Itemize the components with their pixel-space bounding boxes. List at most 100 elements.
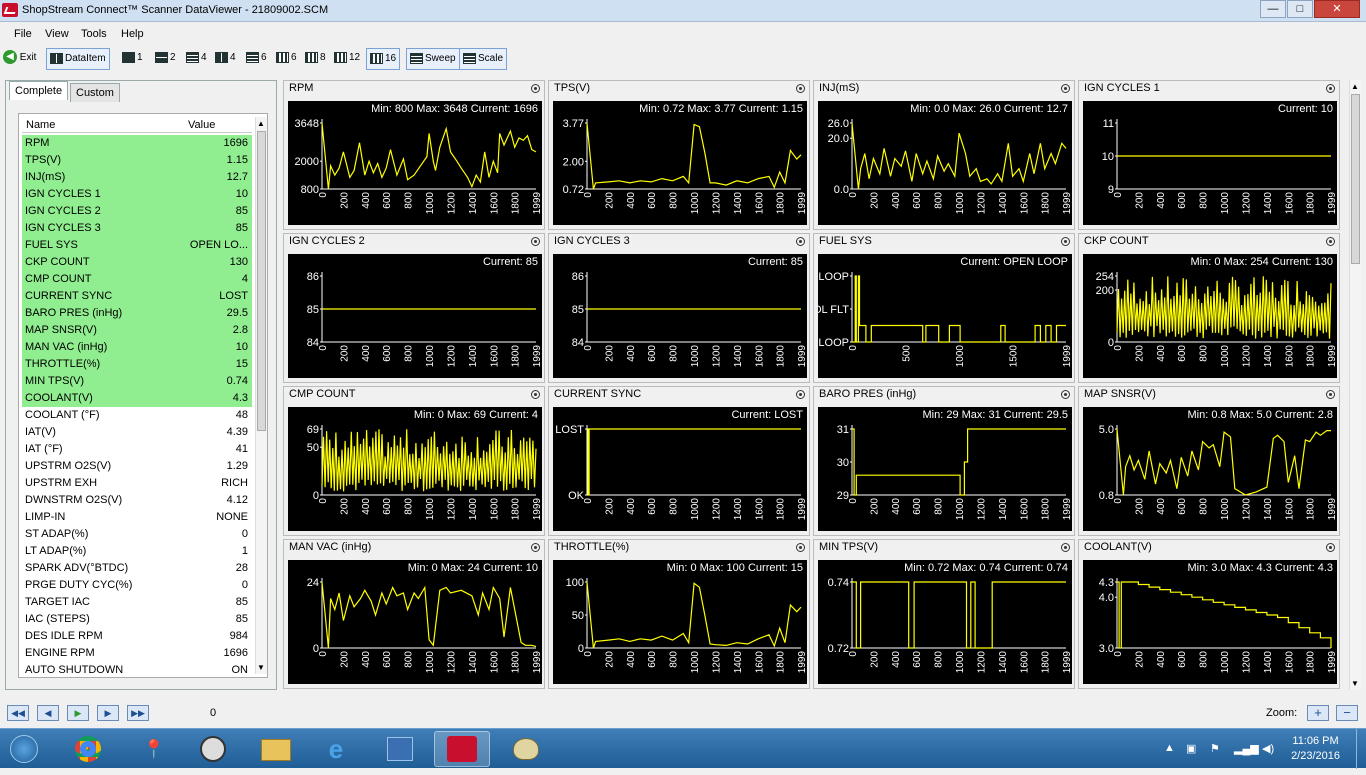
scroll-down-icon[interactable]: ▼ [257, 663, 265, 672]
system-clock[interactable]: 11:06 PM 2/23/2016 [1291, 734, 1340, 764]
minimize-button[interactable]: — [1260, 0, 1286, 18]
graph-options-icon[interactable] [1061, 84, 1070, 93]
graph-panel[interactable]: COOLANT(V) Min: 3.0 Max: 4.3 Current: 4.3… [1078, 539, 1340, 689]
graph-scroll-up-icon[interactable]: ▲ [1351, 82, 1359, 91]
list-item[interactable]: IAT (°F) 41 [22, 441, 252, 458]
graph-panel[interactable]: IGN CYCLES 1 Current: 10 11 10 9 0 200 400 600 80… [1078, 80, 1340, 230]
list-item[interactable]: TPS(V) 1.15 [22, 152, 252, 169]
explorer-taskbar-button[interactable] [248, 731, 304, 767]
list-item[interactable]: COOLANT (°F) 48 [22, 407, 252, 424]
graph-options-icon[interactable] [531, 390, 540, 399]
paint-taskbar-button[interactable] [498, 731, 554, 767]
scale-button[interactable]: Scale [459, 48, 508, 70]
layout-12-button[interactable]: 12 [334, 48, 360, 70]
list-item[interactable]: PRGE DUTY CYC(%) 0 [22, 577, 252, 594]
graph-scroll-thumb[interactable] [1351, 94, 1360, 264]
list-item[interactable]: THROTTLE(%) 15 [22, 356, 252, 373]
graph-panel[interactable]: IGN CYCLES 3 Current: 85 86 85 84 0 200 400 600 8… [548, 233, 810, 383]
play-button[interactable]: ▶ [67, 705, 89, 721]
chrome-taskbar-button[interactable] [60, 731, 116, 767]
column-name-header[interactable]: Name [26, 119, 55, 131]
graph-options-icon[interactable] [796, 390, 805, 399]
list-item[interactable]: COOLANT(V) 4.3 [22, 390, 252, 407]
list-item[interactable]: CMP COUNT 4 [22, 271, 252, 288]
graph-options-icon[interactable] [1326, 237, 1335, 246]
graph-options-icon[interactable] [796, 237, 805, 246]
layout-1-button[interactable]: 1 [122, 48, 143, 70]
graph-options-icon[interactable] [531, 543, 540, 552]
pin-taskbar-button[interactable]: 📍 [126, 731, 182, 767]
list-item[interactable]: ENGINE RPM 1696 [22, 645, 252, 662]
list-item[interactable]: IGN CYCLES 1 10 [22, 186, 252, 203]
exit-button[interactable]: ◀ Exit [3, 48, 36, 70]
list-item[interactable]: AUTO SHUTDOWN ON [22, 662, 252, 677]
list-item[interactable]: MIN TPS(V) 0.74 [22, 373, 252, 390]
next-frame-button[interactable]: ▶ [97, 705, 119, 721]
first-frame-button[interactable]: ◀◀ [7, 705, 29, 721]
list-item[interactable]: RPM 1696 [22, 135, 252, 152]
tab-complete[interactable]: Complete [9, 81, 69, 100]
graph-panel[interactable]: THROTTLE(%) Min: 0 Max: 100 Current: 15 10… [548, 539, 810, 689]
graph-scroll-down-icon[interactable]: ▼ [1351, 679, 1359, 688]
tab-custom[interactable]: Custom [70, 83, 120, 102]
list-item[interactable]: INJ(mS) 12.7 [22, 169, 252, 186]
menu-file[interactable]: File [14, 28, 32, 40]
list-item[interactable]: IGN CYCLES 3 85 [22, 220, 252, 237]
layout-4-rows-button[interactable]: 4 [186, 48, 207, 70]
list-scroll-thumb[interactable] [257, 131, 266, 431]
menu-view[interactable]: View [45, 28, 69, 40]
graph-panel[interactable]: MAN VAC (inHg) Min: 0 Max: 24 Current: 10… [283, 539, 545, 689]
menu-help[interactable]: Help [121, 28, 144, 40]
layout-16-button[interactable]: 16 [366, 48, 401, 70]
internet-explorer-taskbar-button[interactable]: e [308, 731, 364, 767]
maximize-button[interactable]: □ [1287, 0, 1313, 18]
list-item[interactable]: IAT(V) 4.39 [22, 424, 252, 441]
list-item[interactable]: DES IDLE RPM 984 [22, 628, 252, 645]
graph-panel[interactable]: CURRENT SYNC Current: LOST LOST OK 0 200 400 60… [548, 386, 810, 536]
column-value-header[interactable]: Value [188, 119, 215, 131]
graph-panel[interactable]: MIN TPS(V) Min: 0.72 Max: 0.74 Current: 0… [813, 539, 1075, 689]
list-item[interactable]: UPSTRM O2S(V) 1.29 [22, 458, 252, 475]
list-item[interactable]: SPARK ADV(°BTDC) 28 [22, 560, 252, 577]
graph-panel[interactable]: INJ(mS) Min: 0.0 Max: 26.0 Current: 12.7 2… [813, 80, 1075, 230]
last-frame-button[interactable]: ▶▶ [127, 705, 149, 721]
previous-frame-button[interactable]: ◀ [37, 705, 59, 721]
menu-tools[interactable]: Tools [81, 28, 107, 40]
zoom-out-button[interactable]: − [1336, 705, 1358, 721]
graph-options-icon[interactable] [1061, 237, 1070, 246]
graph-scrollbar[interactable]: ▲ ▼ [1349, 80, 1361, 690]
graph-options-icon[interactable] [531, 237, 540, 246]
graph-options-icon[interactable] [1326, 543, 1335, 552]
list-item[interactable]: TARGET IAC 85 [22, 594, 252, 611]
show-hidden-icons-icon[interactable]: ▲ [1164, 742, 1175, 754]
close-button[interactable]: ✕ [1314, 0, 1360, 18]
dataitem-button[interactable]: DataItem [46, 48, 110, 70]
sweep-button[interactable]: Sweep [406, 48, 460, 70]
graph-panel[interactable]: FUEL SYS Current: OPEN LOOP OPEN LOOP OL FL… [813, 233, 1075, 383]
graph-panel[interactable]: TPS(V) Min: 0.72 Max: 3.77 Current: 1.15 3… [548, 80, 810, 230]
layout-8-button[interactable]: 8 [305, 48, 326, 70]
network-signal-icon[interactable]: ▂▄▆ [1234, 742, 1259, 755]
list-item[interactable]: CKP COUNT 130 [22, 254, 252, 271]
graph-panel[interactable]: CKP COUNT Min: 0 Max: 254 Current: 130 254… [1078, 233, 1340, 383]
layout-6-grid-button[interactable]: 6 [276, 48, 297, 70]
list-item[interactable]: ST ADAP(%) 0 [22, 526, 252, 543]
graph-panel[interactable]: BARO PRES (inHg) Min: 29 Max: 31 Current:… [813, 386, 1075, 536]
graph-options-icon[interactable] [1326, 84, 1335, 93]
zoom-in-button[interactable]: + [1307, 705, 1329, 721]
list-item[interactable]: DWNSTRM O2S(V) 4.12 [22, 492, 252, 509]
list-item[interactable]: UPSTRM EXH RICH [22, 475, 252, 492]
list-item[interactable]: MAP SNSR(V) 2.8 [22, 322, 252, 339]
shopstream-taskbar-button[interactable] [434, 731, 490, 767]
graph-panel[interactable]: CMP COUNT Min: 0 Max: 69 Current: 4 69 50 0 0… [283, 386, 545, 536]
graph-options-icon[interactable] [1061, 390, 1070, 399]
layout-6-rows-button[interactable]: 6 [246, 48, 267, 70]
action-center-icon[interactable]: ⚑ [1210, 742, 1220, 755]
data-list[interactable]: Name Value RPM 1696 TPS(V) 1.15 INJ(mS) 12.7 I… [18, 113, 268, 678]
graph-options-icon[interactable] [1326, 390, 1335, 399]
graph-panel[interactable]: MAP SNSR(V) Min: 0.8 Max: 5.0 Current: 2.… [1078, 386, 1340, 536]
graph-options-icon[interactable] [796, 84, 805, 93]
volume-icon[interactable]: ◀) [1262, 742, 1274, 755]
list-item[interactable]: LIMP-IN NONE [22, 509, 252, 526]
graph-panel[interactable]: IGN CYCLES 2 Current: 85 86 85 84 0 200 400 600 8… [283, 233, 545, 383]
